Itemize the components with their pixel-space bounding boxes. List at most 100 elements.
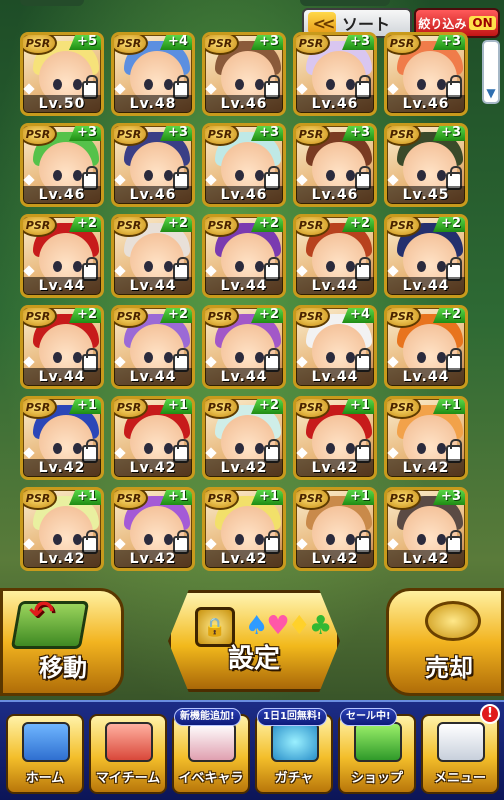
- character-card[interactable]: PSR +1 Lv.42: [293, 396, 377, 480]
- level-label: Lv.44: [114, 368, 192, 386]
- character-eye: [164, 170, 173, 181]
- diamond-icon: [205, 265, 217, 277]
- diamond-icon: [387, 174, 399, 186]
- move-button[interactable]: ↶ 移動: [0, 588, 124, 696]
- diamond-icon: [296, 356, 308, 368]
- character-card[interactable]: PSR +1 Lv.42: [384, 396, 468, 480]
- chevron-left-icon: <<: [308, 12, 336, 34]
- character-card[interactable]: PSR +3 Lv.46: [20, 123, 104, 207]
- character-card[interactable]: PSR +2 Lv.44: [111, 214, 195, 298]
- diamond-icon: [114, 538, 126, 550]
- nav-shop-label: ショップ: [350, 771, 403, 786]
- sell-label: 売却: [425, 654, 473, 682]
- level-label: Lv.44: [387, 368, 465, 386]
- character-card[interactable]: PSR +3 Lv.46: [111, 123, 195, 207]
- limit-break-badge: +3: [69, 126, 101, 141]
- top-stub-right: [300, 0, 390, 6]
- nav-shop[interactable]: ショップ: [338, 714, 416, 794]
- team-icon: [105, 722, 153, 762]
- nav-my-team-label: マイチーム: [95, 771, 161, 786]
- diamond-icon: [23, 265, 35, 277]
- nav-menu[interactable]: メニュー: [421, 714, 499, 794]
- character-card[interactable]: PSR +1 Lv.42: [293, 487, 377, 571]
- character-card[interactable]: PSR +2 Lv.44: [293, 214, 377, 298]
- character-card[interactable]: PSR +3 Lv.42: [384, 487, 468, 571]
- character-eye: [73, 534, 82, 545]
- nav-event-chara[interactable]: イベキャラ: [172, 714, 250, 794]
- character-eye: [417, 352, 426, 363]
- level-label: Lv.44: [387, 277, 465, 295]
- diamond-icon: [387, 538, 399, 550]
- nav-home-label: ホーム: [25, 771, 65, 786]
- character-eye: [437, 534, 446, 545]
- character-card[interactable]: PSR +3 Lv.46: [293, 32, 377, 116]
- nav-home[interactable]: ホーム: [6, 714, 84, 794]
- filter-label: 絞り込み: [418, 16, 467, 31]
- limit-break-badge: +2: [251, 399, 283, 414]
- character-eye: [437, 443, 446, 454]
- limit-break-badge: +4: [342, 308, 374, 323]
- character-eye: [346, 443, 355, 454]
- character-card[interactable]: PSR +3 Lv.46: [384, 32, 468, 116]
- character-card[interactable]: PSR +2 Lv.44: [384, 305, 468, 389]
- diamond-icon: [23, 356, 35, 368]
- character-card[interactable]: PSR +4 Lv.44: [293, 305, 377, 389]
- character-card[interactable]: PSR +3 Lv.45: [384, 123, 468, 207]
- diamond-icon: [296, 538, 308, 550]
- character-eye: [417, 261, 426, 272]
- level-label: Lv.46: [205, 95, 283, 113]
- character-card[interactable]: PSR +3 Lv.46: [202, 123, 286, 207]
- scrollbar[interactable]: ▼: [482, 40, 500, 104]
- set-button[interactable]: 🔒 ♠♥♦♣ 設定: [168, 590, 340, 692]
- level-label: Lv.42: [205, 459, 283, 477]
- limit-break-badge: +5: [69, 35, 101, 50]
- level-label: Lv.46: [114, 186, 192, 204]
- character-card[interactable]: PSR +2 Lv.44: [202, 305, 286, 389]
- character-card[interactable]: PSR +3 Lv.46: [293, 123, 377, 207]
- character-card[interactable]: PSR +1 Lv.42: [111, 487, 195, 571]
- character-card[interactable]: PSR +2 Lv.44: [111, 305, 195, 389]
- character-card[interactable]: PSR +2 Lv.44: [384, 214, 468, 298]
- limit-break-badge: +1: [342, 490, 374, 505]
- curved-arrow-icon: ↶: [29, 595, 55, 630]
- action-bar: ↶ 移動 🔒 ♠♥♦♣ 設定 売却: [0, 588, 504, 698]
- limit-break-badge: +3: [342, 35, 374, 50]
- level-label: Lv.46: [296, 95, 374, 113]
- character-card[interactable]: PSR +1 Lv.42: [20, 487, 104, 571]
- shop-icon: [354, 722, 402, 762]
- character-eye: [164, 261, 173, 272]
- card-grid: PSR +5 Lv.50 PSR +4 Lv.48 PSR +3 Lv.46 PSR +3 Lv.46…: [20, 32, 480, 592]
- character-eye: [417, 443, 426, 454]
- character-eye: [326, 534, 335, 545]
- character-card[interactable]: PSR +2 Lv.44: [20, 305, 104, 389]
- character-card[interactable]: PSR +5 Lv.50: [20, 32, 104, 116]
- level-label: Lv.44: [114, 277, 192, 295]
- nav-my-team[interactable]: マイチーム: [89, 714, 167, 794]
- diamond-icon: [296, 83, 308, 95]
- character-eye: [346, 352, 355, 363]
- level-label: Lv.42: [114, 459, 192, 477]
- character-card[interactable]: PSR +4 Lv.48: [111, 32, 195, 116]
- sell-button[interactable]: 売却: [386, 588, 504, 696]
- character-card[interactable]: PSR +2 Lv.42: [202, 396, 286, 480]
- level-label: Lv.46: [23, 186, 101, 204]
- character-eye: [346, 534, 355, 545]
- diamond-icon: [114, 83, 126, 95]
- level-label: Lv.42: [296, 459, 374, 477]
- limit-break-badge: +3: [160, 126, 192, 141]
- limit-break-badge: +2: [251, 308, 283, 323]
- character-card[interactable]: PSR +3 Lv.46: [202, 32, 286, 116]
- diamond-icon: [23, 174, 35, 186]
- character-card[interactable]: PSR +2 Lv.44: [20, 214, 104, 298]
- character-card[interactable]: PSR +2 Lv.44: [202, 214, 286, 298]
- character-eye: [235, 261, 244, 272]
- character-card[interactable]: PSR +1 Lv.42: [20, 396, 104, 480]
- top-stub-left: [20, 0, 84, 6]
- character-card[interactable]: PSR +1 Lv.42: [111, 396, 195, 480]
- character-eye: [417, 534, 426, 545]
- nav-gacha[interactable]: ガチャ: [255, 714, 333, 794]
- character-eye: [417, 170, 426, 181]
- limit-break-badge: +3: [251, 35, 283, 50]
- character-card[interactable]: PSR +1 Lv.42: [202, 487, 286, 571]
- diamond-icon: [296, 447, 308, 459]
